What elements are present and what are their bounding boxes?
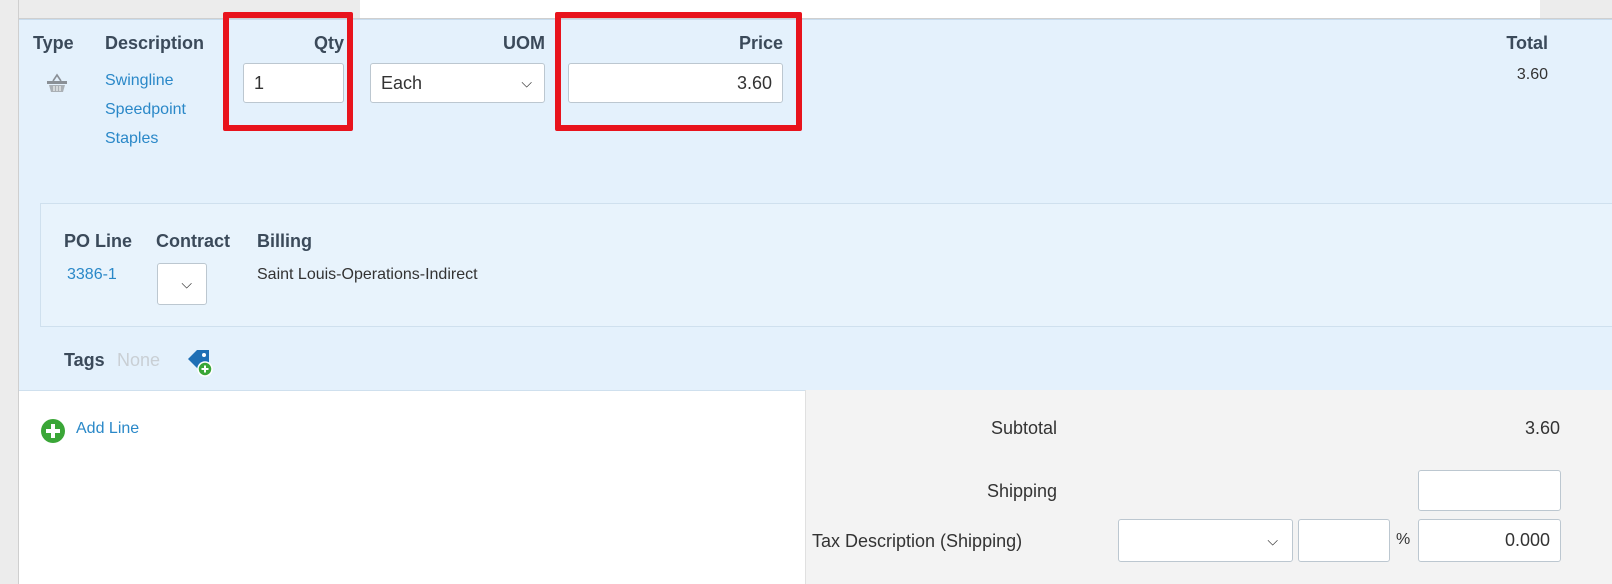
subtotal-value: 3.60 [1524, 418, 1560, 438]
plus-circle-icon[interactable] [40, 418, 66, 444]
uom-value: Each [381, 72, 423, 93]
tax-percent-input[interactable] [1298, 519, 1390, 562]
chevron-down-icon: ⌵ [521, 74, 532, 91]
tax-amount-input[interactable]: 0.000 [1418, 519, 1561, 562]
contract-select[interactable]: ⌵ [157, 263, 207, 305]
tags-label: Tags [64, 350, 105, 370]
billing-value: Saint Louis-Operations-Indirect [257, 266, 478, 283]
chevron-down-icon: ⌵ [181, 275, 192, 292]
description-line: Swingline [105, 72, 174, 89]
basket-icon [47, 73, 67, 92]
shipping-input[interactable] [1418, 470, 1561, 511]
billing-header: Billing [257, 231, 312, 251]
add-tag-icon[interactable] [185, 347, 215, 377]
description-line: Speedpoint [105, 101, 186, 118]
price-highlight-box [555, 12, 802, 131]
uom-header: UOM [503, 33, 545, 53]
subtotal-label: Subtotal [990, 418, 1057, 438]
tags-value: None [117, 350, 161, 370]
line-total: 3.60 [1516, 66, 1548, 83]
percent-symbol: % [1396, 531, 1411, 548]
tax-shipping-label: Tax Description (Shipping) [812, 531, 1023, 551]
contract-header: Contract [156, 231, 231, 251]
top-strip [360, 0, 1540, 18]
item-description-link[interactable]: Swingline Speedpoint Staples [105, 66, 186, 153]
add-line-link[interactable]: Add Line [76, 420, 139, 438]
description-line: Staples [105, 130, 159, 147]
qty-highlight-box [223, 12, 353, 131]
uom-select[interactable]: Each ⌵ [370, 63, 545, 103]
line-details-panel [40, 203, 1612, 327]
po-line-header: PO Line [64, 231, 133, 251]
tax-amount-value: 0.000 [1504, 530, 1550, 550]
description-header: Description [105, 33, 205, 53]
type-header: Type [33, 33, 74, 53]
shipping-label: Shipping [986, 481, 1057, 501]
total-header: Total [1506, 33, 1548, 53]
tax-description-select[interactable]: ⌵ [1118, 519, 1293, 562]
chevron-down-icon: ⌵ [1267, 532, 1278, 548]
window-left-border [0, 0, 19, 584]
po-line-link[interactable]: 3386-1 [67, 266, 117, 284]
